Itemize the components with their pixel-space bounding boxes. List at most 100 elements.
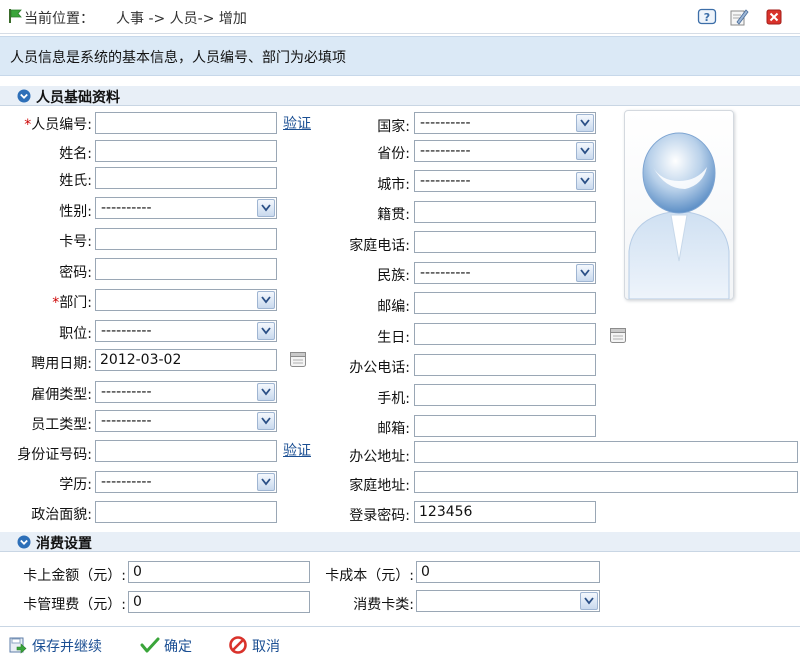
close-icon[interactable] (764, 7, 784, 27)
email-input[interactable] (414, 415, 596, 437)
label-login-password: 登录密码: (349, 508, 410, 524)
confirm-button[interactable]: 确定 (140, 635, 200, 655)
chevron-down-icon[interactable] (257, 473, 275, 491)
label-politics: 政治面貌: (31, 507, 92, 523)
home-phone-input[interactable] (414, 231, 596, 253)
label-native-place: 籍贯: (377, 207, 410, 223)
chevron-down-icon[interactable] (257, 412, 275, 430)
card-no-input[interactable] (95, 228, 277, 250)
postcode-input[interactable] (414, 292, 596, 314)
chevron-down-icon[interactable] (257, 199, 275, 217)
city-select[interactable]: ---------- (414, 170, 596, 192)
section-title: 人员基础资料 (36, 90, 120, 106)
chevron-down-icon[interactable] (257, 383, 275, 401)
label-country: 国家: (377, 119, 410, 135)
label-education: 学历: (59, 477, 92, 493)
breadcrumb-label: 当前位置： (24, 11, 94, 27)
staff-type-select[interactable]: ---------- (95, 410, 277, 432)
label-position: 职位: (59, 326, 92, 342)
chevron-down-icon[interactable] (576, 114, 594, 132)
label-ethnicity: 民族: (377, 268, 410, 284)
chevron-down-icon[interactable] (580, 592, 598, 610)
chevron-down-icon[interactable] (257, 291, 275, 309)
label-postcode: 邮编: (377, 299, 410, 315)
emp-no-input[interactable] (95, 112, 277, 134)
label-home-address: 家庭地址: (349, 478, 410, 494)
password-input[interactable] (95, 258, 277, 280)
label-password: 密码: (59, 265, 92, 281)
svg-text:?: ? (704, 11, 710, 24)
province-select[interactable]: ---------- (414, 140, 596, 162)
mobile-input[interactable] (414, 384, 596, 406)
country-select[interactable]: ---------- (414, 112, 596, 134)
section-consume-header[interactable]: 消费设置 (0, 532, 800, 552)
info-banner: 人员信息是系统的基本信息，人员编号、部门为必填项 (0, 36, 800, 76)
label-home-phone: 家庭电话: (349, 238, 410, 254)
chevron-down-icon[interactable] (576, 172, 594, 190)
chevron-down-icon[interactable] (576, 142, 594, 160)
calendar-icon[interactable] (289, 350, 307, 368)
employ-type-select[interactable]: ---------- (95, 381, 277, 403)
native-place-input[interactable] (414, 201, 596, 223)
politics-input[interactable] (95, 501, 277, 523)
home-address-input[interactable] (414, 471, 798, 493)
label-email: 邮箱: (377, 421, 410, 437)
top-bar: 当前位置： 人事 -> 人员-> 增加 ? (0, 0, 800, 34)
city-value: ---------- (420, 173, 471, 189)
card-balance-input[interactable]: 0 (128, 561, 310, 583)
id-no-verify-link[interactable]: 验证 (283, 440, 311, 460)
label-mobile: 手机: (377, 391, 410, 407)
calendar-icon[interactable] (609, 326, 627, 344)
label-card-fee: 卡管理费（元）: (23, 597, 126, 613)
action-bar: 保存并继续 确定 取消 (0, 626, 800, 660)
save-continue-button[interactable]: 保存并继续 (8, 635, 118, 655)
card-type-select[interactable] (416, 590, 600, 612)
avatar[interactable] (624, 110, 734, 300)
label-card-cost: 卡成本（元）: (325, 568, 414, 584)
save-continue-label: 保存并继续 (32, 639, 102, 655)
department-select[interactable] (95, 289, 277, 311)
checkmark-icon (140, 637, 160, 653)
cancel-label: 取消 (252, 639, 280, 655)
edit-icon[interactable] (729, 7, 749, 27)
education-value: ---------- (101, 474, 152, 490)
office-address-input[interactable] (414, 441, 798, 463)
province-value: ---------- (420, 143, 471, 159)
position-select[interactable]: ---------- (95, 320, 277, 342)
chevron-down-icon[interactable] (257, 322, 275, 340)
label-emp-no: *人员编号: (24, 117, 92, 133)
ethnicity-select[interactable]: ---------- (414, 262, 596, 284)
ethnicity-value: ---------- (420, 265, 471, 281)
cancel-button[interactable]: 取消 (228, 635, 288, 655)
login-password-input[interactable]: 123456 (414, 501, 596, 523)
help-icon[interactable]: ? (697, 7, 717, 27)
office-phone-input[interactable] (414, 354, 596, 376)
card-fee-input[interactable]: 0 (128, 591, 310, 613)
label-office-address: 办公地址: (349, 449, 410, 465)
label-card-type: 消费卡类: (353, 597, 414, 613)
chevron-down-icon[interactable] (576, 264, 594, 282)
label-id-no: 身份证号码: (17, 447, 92, 463)
birthday-input[interactable] (414, 323, 596, 345)
label-office-phone: 办公电话: (349, 360, 410, 376)
breadcrumb: 人事 -> 人员-> 增加 (116, 11, 247, 27)
label-birthday: 生日: (377, 330, 410, 346)
education-select[interactable]: ---------- (95, 471, 277, 493)
label-card-no: 卡号: (59, 234, 92, 250)
label-staff-type: 员工类型: (31, 417, 92, 433)
gender-select[interactable]: ---------- (95, 197, 277, 219)
emp-no-verify-link[interactable]: 验证 (283, 113, 311, 133)
surname-input[interactable] (95, 167, 277, 189)
id-no-input[interactable] (95, 440, 277, 462)
gender-value: ---------- (101, 200, 152, 216)
cancel-icon (229, 636, 247, 654)
chevron-down-icon[interactable] (17, 89, 31, 103)
staff-type-value: ---------- (101, 413, 152, 429)
label-province: 省份: (377, 146, 410, 162)
hire-date-input[interactable]: 2012-03-02 (95, 349, 277, 371)
card-cost-input[interactable]: 0 (416, 561, 600, 583)
chevron-down-icon[interactable] (17, 535, 31, 549)
section-basic-header[interactable]: 人员基础资料 (0, 86, 800, 106)
name-input[interactable] (95, 140, 277, 162)
flag-icon (9, 9, 22, 23)
